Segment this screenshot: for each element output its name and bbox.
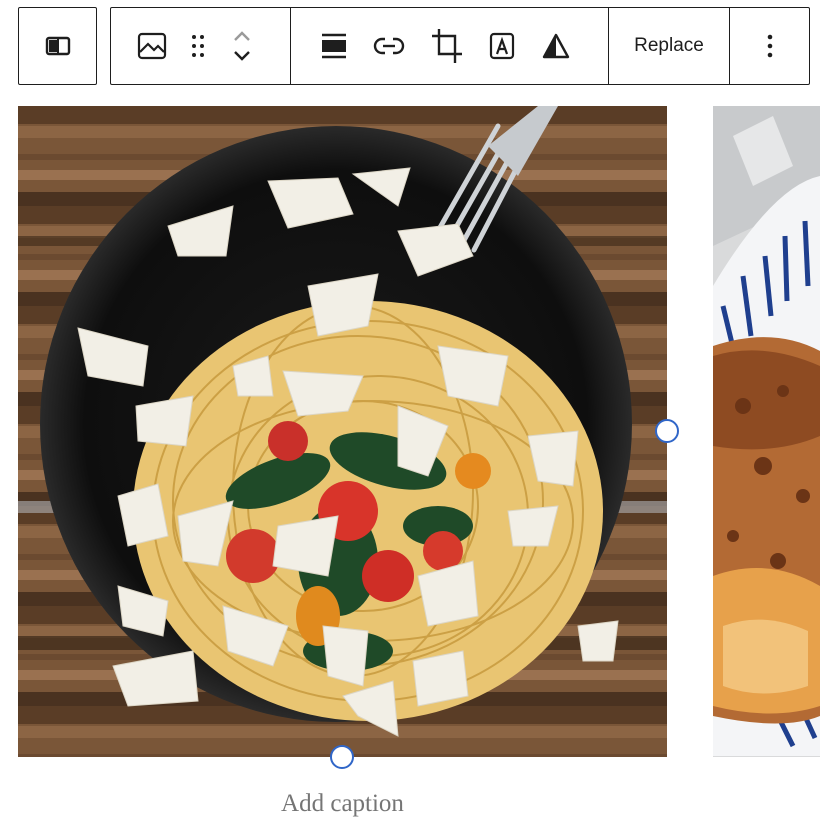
move-down-button[interactable] <box>231 48 253 64</box>
toolbar-segment-block <box>111 8 291 84</box>
column-block-icon <box>45 36 70 56</box>
bread-photo <box>713 106 820 757</box>
crop-icon <box>432 29 462 63</box>
block-type-toolbar <box>18 7 97 85</box>
resize-handle-right[interactable] <box>655 419 679 443</box>
crop-button[interactable] <box>429 24 465 68</box>
image-icon <box>137 32 167 60</box>
chevron-up-icon <box>234 31 250 41</box>
block-toolbar: Replace <box>110 7 810 85</box>
drag-handle-icon <box>192 35 204 57</box>
toolbar-segment-more <box>730 8 809 84</box>
drag-handle-button[interactable] <box>187 26 209 66</box>
pasta-photo <box>18 106 667 757</box>
block-type-button[interactable] <box>19 8 96 84</box>
gallery-caption-input[interactable]: Add caption <box>0 790 685 818</box>
duotone-button[interactable] <box>540 26 572 66</box>
align-icon <box>322 33 346 59</box>
block-movers <box>231 28 253 64</box>
chevron-down-icon <box>234 51 250 61</box>
link-button[interactable] <box>371 26 407 66</box>
replace-label: Replace <box>634 35 704 56</box>
toolbar-segment-replace: Replace <box>609 8 730 84</box>
more-options-button[interactable] <box>755 26 785 66</box>
move-up-button[interactable] <box>231 28 253 44</box>
image-button[interactable] <box>135 26 169 66</box>
replace-button[interactable]: Replace <box>634 35 704 57</box>
gallery-image-pasta[interactable] <box>18 106 667 757</box>
link-icon <box>373 37 405 55</box>
align-button[interactable] <box>317 26 351 66</box>
resize-handle-bottom[interactable] <box>330 745 354 769</box>
text-overlay-button[interactable] <box>486 26 518 66</box>
text-overlay-icon <box>489 32 515 60</box>
duotone-icon <box>542 33 570 59</box>
toolbar-segment-format <box>291 8 609 84</box>
more-vertical-icon <box>767 34 772 58</box>
gallery-image-bread[interactable] <box>713 106 820 757</box>
